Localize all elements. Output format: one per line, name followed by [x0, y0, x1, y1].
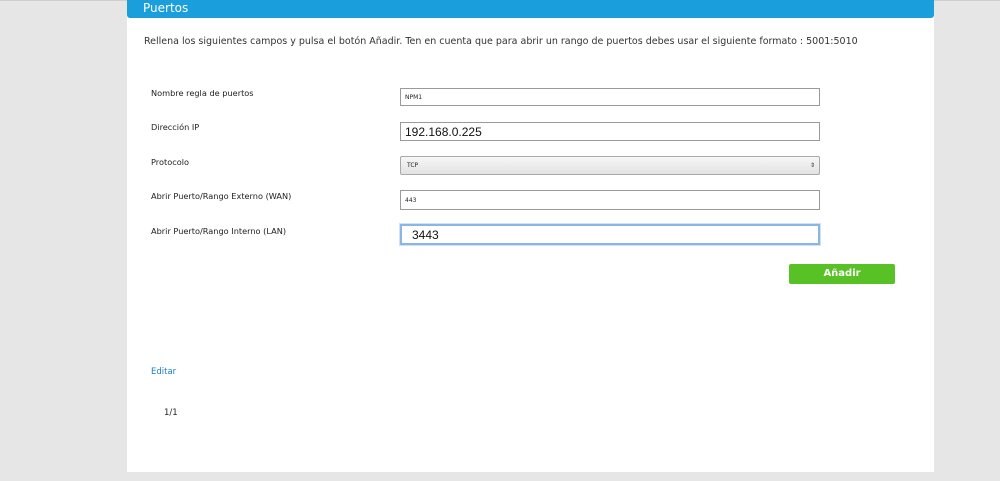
external-port-label: Abrir Puerto/Rango Externo (WAN) [151, 191, 292, 201]
intro-text: Rellena los siguientes campos y pulsa el… [144, 36, 858, 47]
panel-title: Puertos [143, 1, 189, 15]
internal-port-input[interactable] [400, 224, 820, 245]
panel-header: Puertos [127, 0, 934, 18]
protocol-selected-value: TCP [407, 162, 419, 169]
internal-port-label: Abrir Puerto/Rango Interno (LAN) [151, 226, 287, 236]
select-arrows-icon: ⇕ [809, 162, 815, 169]
protocol-label: Protocolo [151, 157, 190, 167]
ports-panel: Puertos Rellena los siguientes campos y … [127, 0, 934, 472]
page: Puertos Rellena los siguientes campos y … [0, 0, 1000, 481]
ip-address-input[interactable] [400, 122, 820, 141]
external-port-input[interactable] [400, 190, 820, 210]
rule-name-input[interactable] [400, 88, 820, 106]
protocol-select[interactable]: TCP ⇕ [400, 156, 820, 175]
add-button[interactable]: Añadir [789, 264, 895, 284]
ip-address-label: Dirección IP [151, 122, 200, 132]
edit-link[interactable]: Editar [151, 367, 176, 377]
pagination-indicator: 1/1 [164, 408, 178, 418]
rule-name-label: Nombre regla de puertos [151, 88, 254, 98]
